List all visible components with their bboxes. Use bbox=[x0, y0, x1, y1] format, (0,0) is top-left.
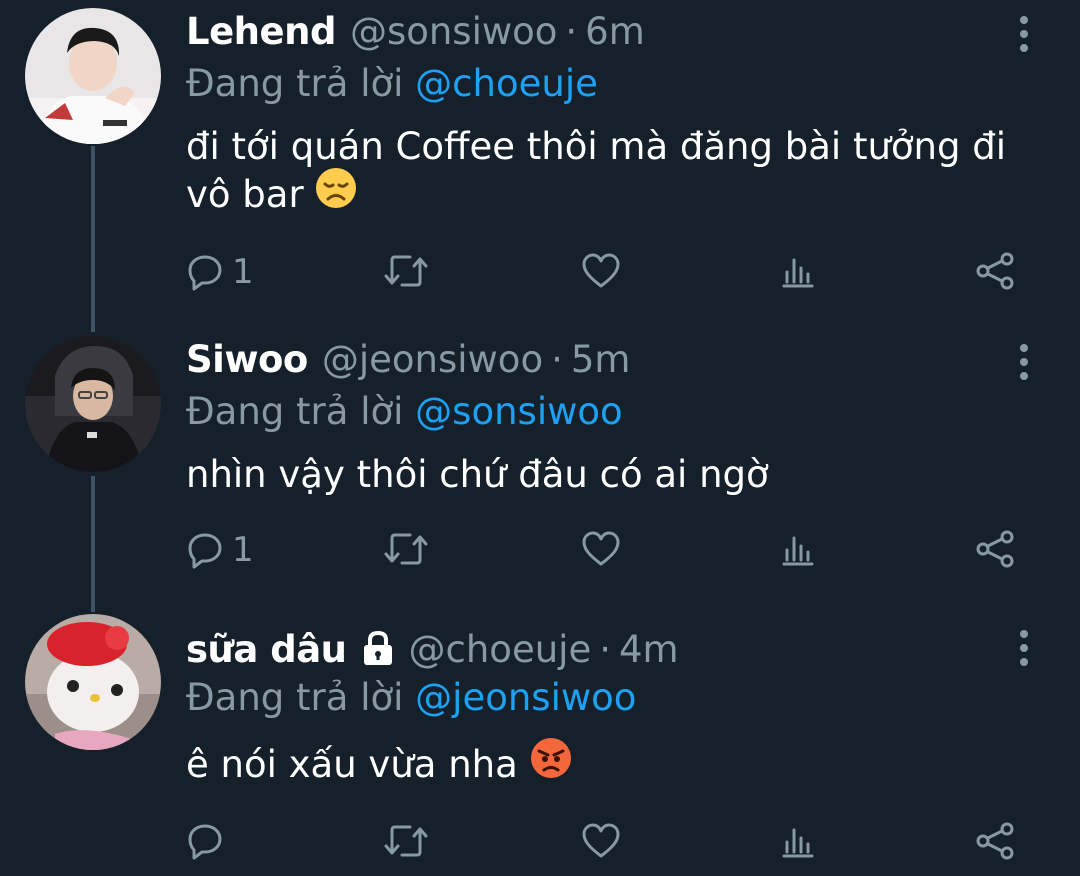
like-icon bbox=[582, 531, 620, 566]
separator: · bbox=[565, 10, 578, 53]
share-button[interactable] bbox=[974, 820, 1016, 862]
tweet-siwoo[interactable]: Siwoo @jeonsiwoo · 5m Đang trả lời @sons… bbox=[0, 330, 1080, 610]
avatar[interactable] bbox=[25, 614, 161, 750]
share-icon bbox=[976, 822, 1014, 860]
display-name[interactable]: sữa dâu bbox=[186, 628, 347, 671]
share-button[interactable] bbox=[974, 250, 1016, 292]
tweet-sua-dau[interactable]: sữa dâu @choeuje · 4m Đang trả lời @jeon… bbox=[0, 610, 1080, 876]
retweet-icon bbox=[384, 533, 428, 565]
retweet-button[interactable] bbox=[384, 822, 428, 860]
replying-mention[interactable]: @jeonsiwoo bbox=[415, 676, 636, 719]
more-icon[interactable] bbox=[1016, 342, 1032, 384]
replying-prefix: Đang trả lời bbox=[186, 390, 404, 433]
tweet-text-content: đi tới quán Coffee thôi mà đăng bài tưởn… bbox=[186, 125, 1007, 216]
analytics-icon bbox=[782, 828, 814, 858]
replying-to: Đang trả lời @sonsiwoo bbox=[186, 390, 623, 433]
display-name[interactable]: Lehend bbox=[186, 10, 336, 53]
timestamp[interactable]: 6m bbox=[585, 10, 645, 53]
like-button[interactable] bbox=[581, 252, 621, 290]
reply-button[interactable]: 1 bbox=[186, 252, 254, 292]
timestamp[interactable]: 5m bbox=[571, 338, 631, 381]
like-icon bbox=[582, 253, 620, 288]
tweet-header: Siwoo @jeonsiwoo · 5m bbox=[186, 338, 630, 388]
action-bar bbox=[0, 816, 1080, 866]
tweet-header: Lehend @sonsiwoo · 6m bbox=[186, 10, 645, 60]
retweet-button[interactable] bbox=[384, 252, 428, 290]
angry-face-icon bbox=[530, 737, 572, 790]
more-icon[interactable] bbox=[1016, 628, 1032, 670]
reply-count: 1 bbox=[232, 252, 254, 292]
retweet-button[interactable] bbox=[384, 530, 428, 568]
avatar[interactable] bbox=[25, 336, 161, 472]
retweet-icon bbox=[384, 825, 428, 857]
replying-prefix: Đang trả lời bbox=[186, 676, 404, 719]
analytics-button[interactable] bbox=[780, 822, 816, 860]
retweet-icon bbox=[384, 255, 428, 287]
replying-to: Đang trả lời @choeuje bbox=[186, 62, 598, 105]
tweet-text: đi tới quán Coffee thôi mà đăng bài tưởn… bbox=[186, 124, 1046, 223]
separator: · bbox=[551, 338, 563, 381]
user-handle[interactable]: @jeonsiwoo bbox=[322, 338, 543, 381]
replying-mention[interactable]: @sonsiwoo bbox=[415, 390, 622, 433]
disappointed-face-icon bbox=[315, 167, 357, 220]
tweet-text-content: nhìn vậy thôi chứ đâu có ai ngờ bbox=[186, 453, 769, 496]
tweet-header: sữa dâu @choeuje · 4m bbox=[186, 626, 679, 676]
like-button[interactable] bbox=[581, 530, 621, 568]
reply-icon bbox=[188, 533, 222, 569]
share-icon bbox=[976, 252, 1014, 290]
tweet-text-content: ê nói xấu vừa nha bbox=[186, 743, 518, 786]
reply-count: 1 bbox=[232, 530, 254, 570]
more-icon[interactable] bbox=[1016, 14, 1032, 56]
reply-icon bbox=[188, 824, 222, 860]
reply-button[interactable] bbox=[186, 822, 232, 860]
like-button[interactable] bbox=[581, 822, 621, 860]
replying-to: Đang trả lời @jeonsiwoo bbox=[186, 676, 636, 719]
reply-icon bbox=[188, 255, 222, 291]
analytics-button[interactable] bbox=[780, 530, 816, 568]
share-icon bbox=[976, 530, 1014, 568]
lock-icon bbox=[361, 630, 395, 670]
avatar[interactable] bbox=[25, 8, 161, 144]
user-handle[interactable]: @choeuje bbox=[409, 628, 592, 671]
tweet-text: ê nói xấu vừa nha bbox=[186, 737, 1046, 793]
tweet-lehend[interactable]: Lehend @sonsiwoo · 6m Đang trả lời @choe… bbox=[0, 0, 1080, 320]
tweet-text: nhìn vậy thôi chứ đâu có ai ngờ bbox=[186, 452, 1046, 498]
timestamp[interactable]: 4m bbox=[619, 628, 679, 671]
display-name[interactable]: Siwoo bbox=[186, 338, 308, 381]
share-button[interactable] bbox=[974, 528, 1016, 570]
reply-button[interactable]: 1 bbox=[186, 530, 254, 570]
analytics-icon bbox=[782, 258, 814, 288]
like-icon bbox=[582, 823, 620, 858]
replying-mention[interactable]: @choeuje bbox=[415, 62, 598, 105]
user-handle[interactable]: @sonsiwoo bbox=[350, 10, 557, 53]
analytics-button[interactable] bbox=[780, 252, 816, 290]
replying-prefix: Đang trả lời bbox=[186, 62, 404, 105]
action-bar: 1 bbox=[0, 524, 1080, 574]
action-bar: 1 bbox=[0, 246, 1080, 296]
separator: · bbox=[599, 628, 611, 671]
analytics-icon bbox=[782, 536, 814, 566]
